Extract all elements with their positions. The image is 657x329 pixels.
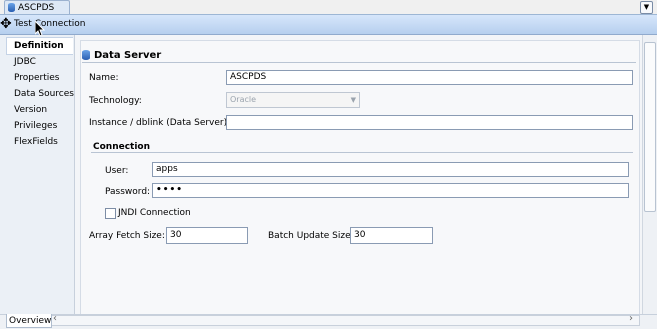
instance-field[interactable]	[226, 115, 633, 130]
horizontal-scrollbar[interactable]	[50, 315, 640, 326]
sidebar-item-version[interactable]: Version	[14, 105, 47, 115]
database-icon	[8, 3, 15, 12]
user-field[interactable]: apps	[152, 162, 629, 177]
jndi-label: JNDI Connection	[118, 208, 191, 218]
sidebar-item-privileges[interactable]: Privileges	[14, 121, 57, 131]
jndi-checkbox[interactable]	[105, 208, 116, 219]
array-fetch-field[interactable]: 30	[166, 227, 248, 244]
document-tab-label: ASCPDS	[18, 2, 55, 13]
document-tab[interactable]: ASCPDS	[4, 0, 70, 14]
connection-title: Connection	[93, 142, 151, 152]
test-connection-button[interactable]: Test Connection	[14, 19, 86, 29]
user-label: User:	[105, 166, 129, 176]
sidebar-item-flexfields[interactable]: FlexFields	[14, 137, 58, 147]
array-fetch-label: Array Fetch Size:	[89, 231, 165, 241]
name-field[interactable]: ASCPDS	[226, 70, 633, 85]
editor-tab-bar	[0, 0, 657, 15]
database-icon	[82, 50, 90, 60]
technology-label: Technology:	[89, 96, 142, 106]
technology-select[interactable]: Oracle ▼	[226, 92, 360, 108]
vertical-scrollbar-thumb[interactable]	[644, 42, 656, 212]
name-label: Name:	[89, 73, 119, 83]
chevron-down-icon: ▼	[643, 3, 650, 11]
sidebar-item-data-sources[interactable]: Data Sources	[14, 89, 74, 99]
batch-update-label: Batch Update Size:	[268, 231, 354, 241]
scroll-left-icon[interactable]: ‹	[53, 313, 57, 324]
technology-value: Oracle	[230, 95, 257, 104]
batch-update-field[interactable]: 30	[350, 227, 433, 244]
scroll-right-icon[interactable]: ›	[629, 313, 633, 324]
sidebar-item-jdbc[interactable]: JDBC	[14, 57, 36, 67]
section-divider	[82, 62, 636, 63]
section-title: Data Server	[94, 50, 162, 61]
toolbar	[0, 15, 657, 35]
chevron-down-icon: ▼	[350, 96, 356, 104]
sidebar-item-definition[interactable]: Definition	[14, 41, 64, 51]
tab-list-menu-button[interactable]: ▼	[640, 1, 653, 14]
sidebar-item-properties[interactable]: Properties	[14, 73, 59, 83]
overview-tab-label: Overview	[9, 316, 52, 326]
move-cursor-icon: ✥	[0, 16, 12, 32]
password-field[interactable]: ••••	[152, 183, 629, 198]
connection-divider	[91, 152, 633, 153]
password-label: Password:	[105, 187, 151, 197]
instance-label: Instance / dblink (Data Server):	[89, 118, 231, 128]
